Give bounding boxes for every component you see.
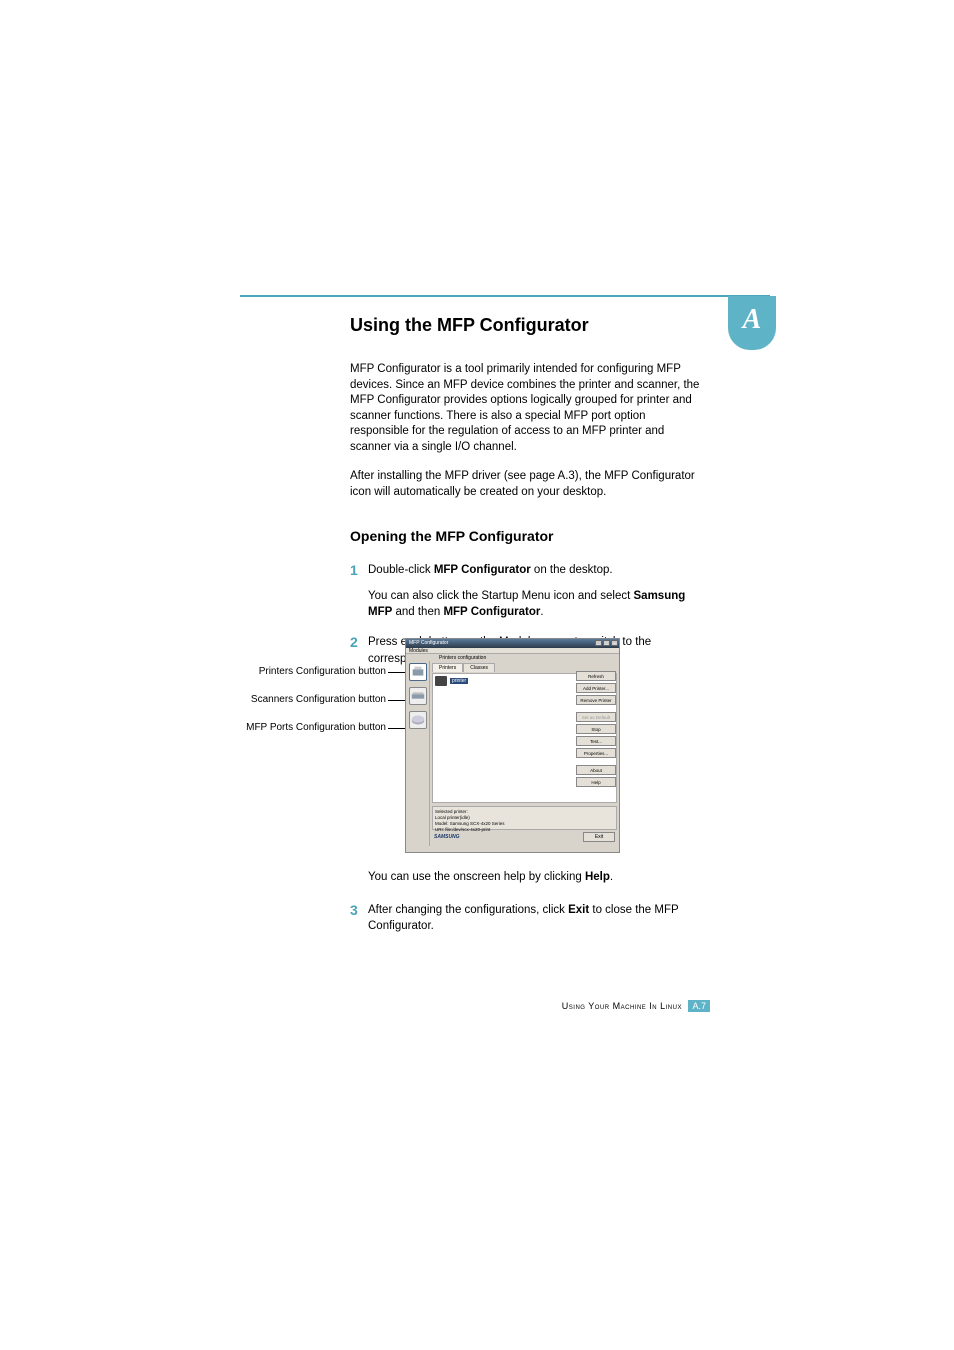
test-button[interactable]: Test... — [576, 736, 616, 746]
port-icon — [410, 712, 426, 728]
after1-c: . — [610, 871, 613, 883]
modules-sidebar — [406, 661, 430, 846]
about-button[interactable]: About — [576, 765, 616, 775]
callout-ports: MFP Ports Configuration button — [196, 722, 386, 733]
step-1-sub: You can also click the Startup Menu icon… — [368, 588, 700, 620]
step3-b: Exit — [568, 904, 589, 916]
step1-bold: MFP Configurator — [434, 564, 531, 576]
step1-text-c: on the desktop. — [531, 564, 613, 576]
selected-printer-info: Selected printer: Local printer(idle) Mo… — [432, 806, 617, 830]
maximize-icon[interactable]: □ — [603, 640, 610, 646]
main-content: Using the MFP Configurator MFP Configura… — [350, 315, 700, 677]
step-number-3: 3 — [350, 902, 368, 934]
step3-a: After changing the configurations, click — [368, 904, 568, 916]
step-number-2: 2 — [350, 634, 368, 666]
section-heading: Opening the MFP Configurator — [350, 528, 700, 544]
page-number: A.7 — [688, 1000, 710, 1012]
printer-item-name: printer — [450, 678, 468, 684]
mfp-configurator-window: MFP Configurator – □ × Modules Printers … — [405, 638, 620, 853]
samsung-logo: SAMSUNG — [434, 834, 460, 840]
printers-config-button[interactable] — [409, 663, 427, 681]
tab-printers[interactable]: Printers — [432, 663, 463, 672]
step-1: 1 Double-click MFP Configurator on the d… — [350, 562, 700, 578]
after-figure-text: You can use the onscreen help by clickin… — [368, 870, 700, 886]
page-footer: Using Your Machine In Linux A.7 — [350, 1000, 710, 1012]
step1sub-d: MFP Configurator — [443, 606, 540, 618]
printer-icon — [410, 664, 426, 680]
footer-chapter: Using Your Machine In Linux — [562, 1001, 682, 1011]
intro-paragraph-2: After installing the MFP driver (see pag… — [350, 469, 700, 500]
step1sub-c: and then — [392, 606, 443, 618]
stop-button[interactable]: Stop — [576, 724, 616, 734]
minimize-icon[interactable]: – — [595, 640, 602, 646]
step1-text-a: Double-click — [368, 564, 434, 576]
callout-scanners: Scanners Configuration button — [200, 694, 386, 705]
step-3: 3 After changing the configurations, cli… — [350, 902, 700, 934]
add-printer-button[interactable]: Add Printer... — [576, 683, 616, 693]
window-titlebar[interactable]: MFP Configurator – □ × — [406, 639, 619, 648]
step-number-1: 1 — [350, 562, 368, 578]
help-button[interactable]: Help — [576, 777, 616, 787]
ports-config-button[interactable] — [409, 711, 427, 729]
remove-printer-button[interactable]: Remove Printer — [576, 695, 616, 705]
after1-a: You can use the onscreen help by clickin… — [368, 871, 585, 883]
tab-classes[interactable]: Classes — [463, 663, 495, 672]
panel-title: Printers configuration — [406, 654, 619, 661]
callout-printers: Printers Configuration button — [204, 666, 386, 677]
close-icon[interactable]: × — [611, 640, 618, 646]
page-title: Using the MFP Configurator — [350, 315, 700, 336]
intro-paragraph-1: MFP Configurator is a tool primarily int… — [350, 362, 700, 455]
after1-b: Help — [585, 871, 610, 883]
step1sub-a: You can also click the Startup Menu icon… — [368, 590, 634, 602]
scanners-config-button[interactable] — [409, 687, 427, 705]
scanner-icon — [410, 688, 426, 704]
properties-button[interactable]: Properties... — [576, 748, 616, 758]
printer-item-icon — [435, 676, 447, 686]
step1sub-e: . — [540, 606, 543, 618]
exit-button[interactable]: Exit — [583, 832, 615, 842]
appendix-badge: A — [728, 296, 776, 350]
set-default-button[interactable]: Set as Default — [576, 712, 616, 722]
window-title: MFP Configurator — [409, 640, 448, 646]
section-rule — [240, 295, 770, 297]
refresh-button[interactable]: Refresh — [576, 671, 616, 681]
